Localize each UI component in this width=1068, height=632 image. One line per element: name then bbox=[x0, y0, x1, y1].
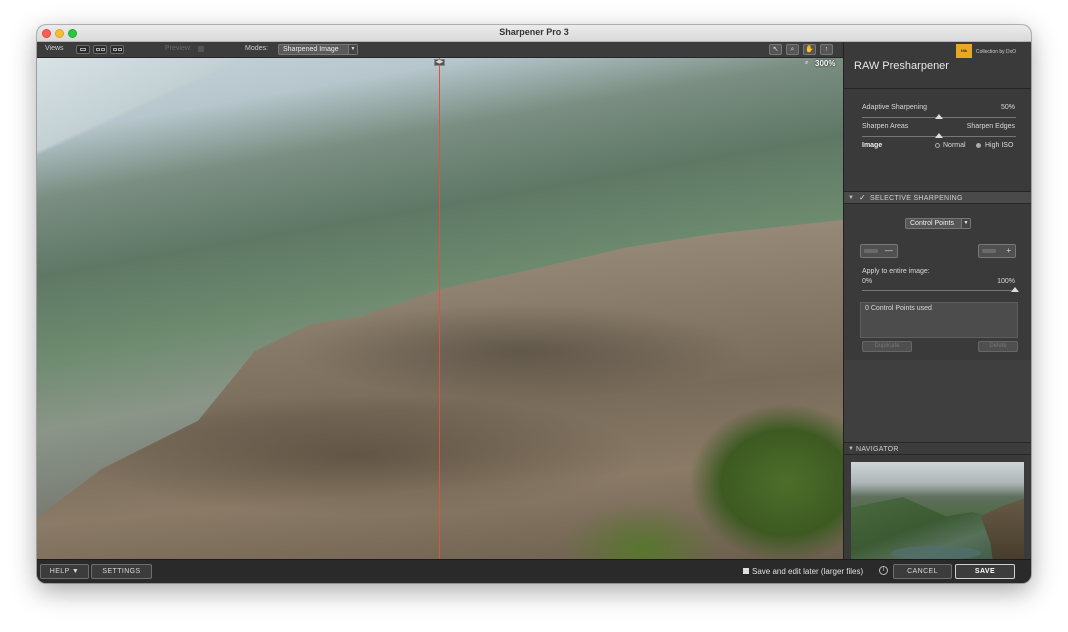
top-toolbar: Views Preview: Modes: Sharpened Image ▼ … bbox=[37, 42, 843, 58]
preview-checkbox[interactable] bbox=[198, 46, 204, 52]
apply-min-label: 0% bbox=[862, 278, 873, 285]
single-view-button[interactable] bbox=[76, 45, 90, 54]
selective-sharpening-header[interactable]: ▼ ✓ SELECTIVE SHARPENING bbox=[844, 191, 1031, 204]
chevron-down-icon: ▼ bbox=[961, 219, 970, 228]
photo-sky bbox=[37, 58, 843, 198]
brand-text: Collection by DxO bbox=[976, 49, 1017, 55]
app-window: Sharpener Pro 3 Views Preview: Modes: Sh… bbox=[37, 25, 1031, 583]
navigator-header[interactable]: ▼ NAVIGATOR bbox=[844, 442, 1031, 455]
bottom-bar: HELP ▼ SETTINGS Save and edit later (lar… bbox=[37, 559, 1031, 583]
image-label: Image bbox=[862, 142, 883, 149]
radio-high-iso[interactable] bbox=[976, 143, 981, 148]
title-bar: Sharpener Pro 3 bbox=[37, 25, 1031, 42]
radio-normal-label: Normal bbox=[943, 142, 966, 149]
adaptive-sharpening-value: 50% bbox=[1000, 104, 1015, 111]
split-divider-handle[interactable]: ◀▶ bbox=[434, 59, 445, 66]
chevron-down-icon: ▼ bbox=[348, 45, 357, 54]
navigator-title: NAVIGATOR bbox=[856, 446, 899, 453]
nik-logo: Nik bbox=[956, 44, 972, 58]
control-points-used-text: 0 Control Points used bbox=[865, 305, 932, 312]
hand-icon[interactable]: ✋ bbox=[803, 44, 816, 55]
areas-edges-slider-handle[interactable] bbox=[935, 133, 943, 138]
image-preview-canvas[interactable]: ◀▶ ⌕ 300% bbox=[37, 58, 843, 559]
panel-title: RAW Presharpener bbox=[854, 60, 949, 72]
settings-button[interactable]: SETTINGS bbox=[91, 564, 152, 579]
checkmark-icon[interactable]: ✓ bbox=[859, 193, 866, 202]
photo-foliage bbox=[557, 368, 843, 559]
right-panel: Nik Collection by DxO RAW Presharpener A… bbox=[843, 42, 1031, 578]
apply-max-label: 100% bbox=[997, 278, 1015, 285]
panel-empty-area bbox=[844, 360, 1031, 442]
control-points-dropdown[interactable]: Control Points ▼ bbox=[905, 218, 971, 229]
checkbox-icon[interactable] bbox=[743, 568, 749, 574]
sharpen-areas-label: Sharpen Areas bbox=[862, 123, 909, 130]
split-view-button[interactable] bbox=[93, 45, 107, 54]
collapse-toggle-icon[interactable]: ▼ bbox=[848, 195, 854, 201]
apply-entire-image-slider-handle[interactable] bbox=[1011, 287, 1019, 292]
modes-dropdown-value: Sharpened Image bbox=[283, 46, 339, 53]
apply-entire-image-slider[interactable] bbox=[862, 290, 1016, 291]
sharpen-edges-label: Sharpen Edges bbox=[966, 123, 1015, 130]
preview-label: Preview: bbox=[165, 45, 192, 52]
save-later-checkbox[interactable]: Save and edit later (larger files) bbox=[743, 567, 863, 576]
add-control-point-button[interactable]: + bbox=[978, 244, 1016, 258]
duplicate-button[interactable]: Duplicate bbox=[862, 341, 912, 352]
delete-button[interactable]: Delete bbox=[978, 341, 1018, 352]
arrow-pointer-icon[interactable]: ↖ bbox=[769, 44, 782, 55]
magnifier-icon: ⌕ bbox=[805, 60, 809, 66]
collapse-toggle-icon[interactable]: ▼ bbox=[848, 446, 854, 452]
save-button[interactable]: SAVE bbox=[955, 564, 1015, 579]
radio-normal[interactable] bbox=[935, 143, 940, 148]
save-later-label: Save and edit later (larger files) bbox=[752, 567, 864, 576]
zoom-level: 300% bbox=[815, 59, 836, 68]
remove-control-point-button[interactable]: — bbox=[860, 244, 898, 258]
info-icon[interactable]: i bbox=[879, 566, 888, 575]
cancel-button[interactable]: CANCEL bbox=[893, 564, 952, 579]
selective-sharpening-title: SELECTIVE SHARPENING bbox=[870, 195, 963, 202]
radio-high-iso-label: High ISO bbox=[985, 142, 1014, 149]
split-divider-line[interactable] bbox=[439, 58, 440, 559]
window-title: Sharpener Pro 3 bbox=[499, 27, 569, 37]
eyedropper-icon[interactable]: ↑ bbox=[820, 44, 833, 55]
adaptive-sharpening-label: Adaptive Sharpening bbox=[862, 104, 927, 111]
views-label: Views bbox=[45, 45, 64, 52]
control-points-list[interactable]: 0 Control Points used bbox=[860, 302, 1018, 338]
side-by-side-view-button[interactable] bbox=[110, 45, 124, 54]
apply-entire-image-label: Apply to entire image: bbox=[862, 268, 930, 275]
modes-dropdown[interactable]: Sharpened Image ▼ bbox=[278, 44, 358, 55]
modes-label: Modes: bbox=[245, 45, 268, 52]
zoom-icon[interactable]: ⌕ bbox=[786, 44, 799, 55]
adaptive-sharpening-slider-handle[interactable] bbox=[935, 114, 943, 119]
help-button[interactable]: HELP ▼ bbox=[40, 564, 89, 579]
control-points-value: Control Points bbox=[910, 220, 954, 227]
